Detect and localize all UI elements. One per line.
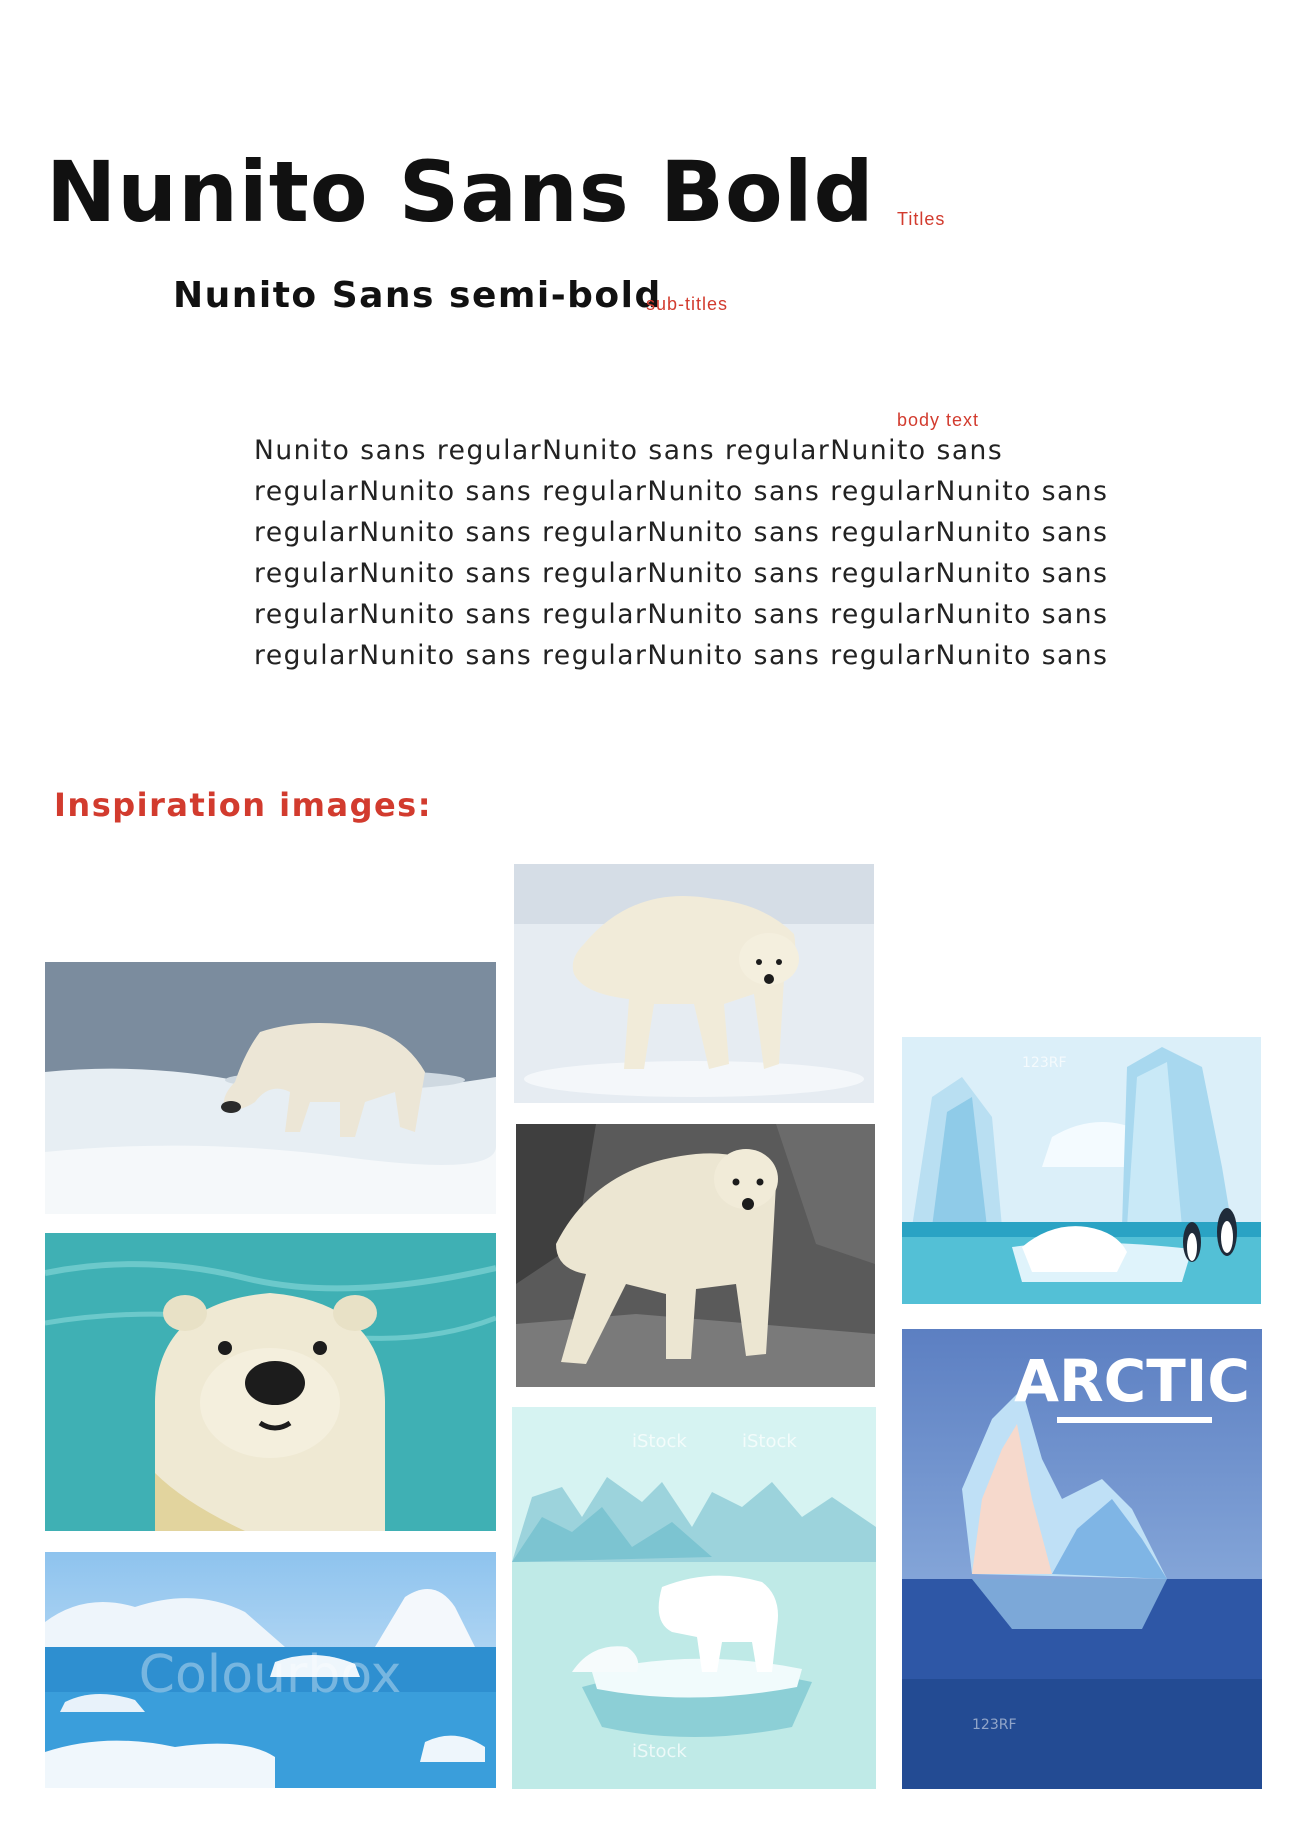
arctic-poster-image: ARCTIC 123RF [902,1329,1262,1789]
polar-bear-swimming-image [45,1233,496,1531]
arctic-sea-illustration-image: Colourbox [45,1552,496,1788]
body-line: Nunito sans regularNunito sans regularNu… [254,435,1004,466]
font-sample-body: Nunito sans regularNunito sans regularNu… [254,430,1154,676]
istock-watermark: iStock [632,1431,687,1452]
rf-watermark: 123RF [1022,1055,1067,1071]
body-line: regularNunito sans regularNunito sans re… [254,517,1109,548]
polar-bear-illustration-image: iStock iStock iStock [512,1407,876,1789]
poster-title: ARCTIC [1014,1347,1250,1415]
title-note: Titles [897,209,946,229]
body-line: regularNunito sans regularNunito sans re… [254,640,1109,671]
body-line: regularNunito sans regularNunito sans re… [254,476,1109,507]
polar-bear-rocks-image [516,1124,875,1387]
istock-watermark: iStock [632,1741,687,1762]
subtitle-note: sub-titles [646,294,729,314]
body-text-note: body text [897,410,980,430]
rf-watermark: 123RF [972,1717,1017,1733]
istock-watermark: iStock [742,1431,797,1452]
watermark-text: Colourbox [139,1645,402,1705]
font-sample-title: Nunito Sans Bold [46,143,875,241]
iceberg-penguins-illustration-image: 123RF [902,1037,1261,1304]
body-line: regularNunito sans regularNunito sans re… [254,558,1109,589]
polar-bear-walking-snow-image [514,864,874,1103]
polar-bear-ice-floe-image [45,962,496,1214]
body-line: regularNunito sans regularNunito sans re… [254,599,1109,630]
inspiration-heading: Inspiration images: [54,786,433,824]
font-sample-subtitle: Nunito Sans semi-bold [173,275,662,316]
